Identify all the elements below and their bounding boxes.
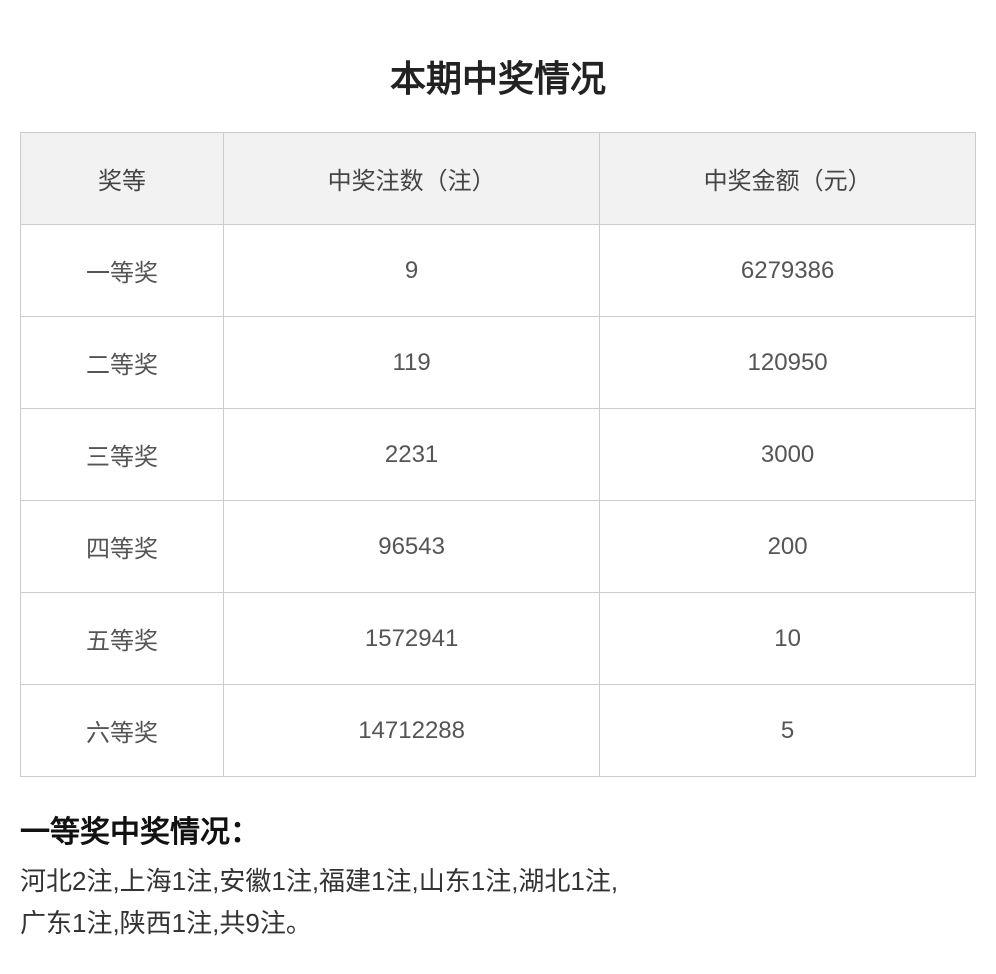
first-prize-detail-line1: 河北2注,上海1注,安徽1注,福建1注,山东1注,湖北1注, [20,861,976,903]
cell-amount: 6279386 [600,225,975,317]
col-header-count: 中奖注数（注） [224,133,600,225]
cell-amount: 3000 [600,409,975,501]
first-prize-detail-line2: 广东1注,陕西1注,共9注。 [20,903,976,945]
cell-amount: 5 [600,685,975,777]
cell-level: 四等奖 [21,501,224,593]
table-row: 一等奖96279386 [21,225,975,317]
col-header-amount: 中奖金额（元） [600,133,975,225]
cell-level: 三等奖 [21,409,224,501]
cell-count: 2231 [224,409,600,501]
cell-count: 9 [224,225,600,317]
cell-amount: 120950 [600,317,975,409]
table-row: 五等奖157294110 [21,593,975,685]
cell-amount: 10 [600,593,975,685]
table-row: 三等奖22313000 [21,409,975,501]
col-header-level: 奖等 [21,133,224,225]
table-row: 四等奖96543200 [21,501,975,593]
prize-table-container: 奖等 中奖注数（注） 中奖金额（元） 一等奖96279386二等奖1191209… [20,132,976,777]
cell-level: 五等奖 [21,593,224,685]
cell-level: 六等奖 [21,685,224,777]
first-prize-title: 一等奖中奖情况： [20,807,976,851]
table-header-row: 奖等 中奖注数（注） 中奖金额（元） [21,133,975,225]
prize-table: 奖等 中奖注数（注） 中奖金额（元） 一等奖96279386二等奖1191209… [21,133,975,776]
cell-level: 二等奖 [21,317,224,409]
cell-count: 96543 [224,501,600,593]
cell-count: 119 [224,317,600,409]
table-row: 六等奖147122885 [21,685,975,777]
first-prize-section: 一等奖中奖情况： 河北2注,上海1注,安徽1注,福建1注,山东1注,湖北1注, … [20,807,976,944]
page-title: 本期中奖情况 [0,20,996,132]
cell-count: 1572941 [224,593,600,685]
table-row: 二等奖119120950 [21,317,975,409]
cell-amount: 200 [600,501,975,593]
cell-count: 14712288 [224,685,600,777]
cell-level: 一等奖 [21,225,224,317]
